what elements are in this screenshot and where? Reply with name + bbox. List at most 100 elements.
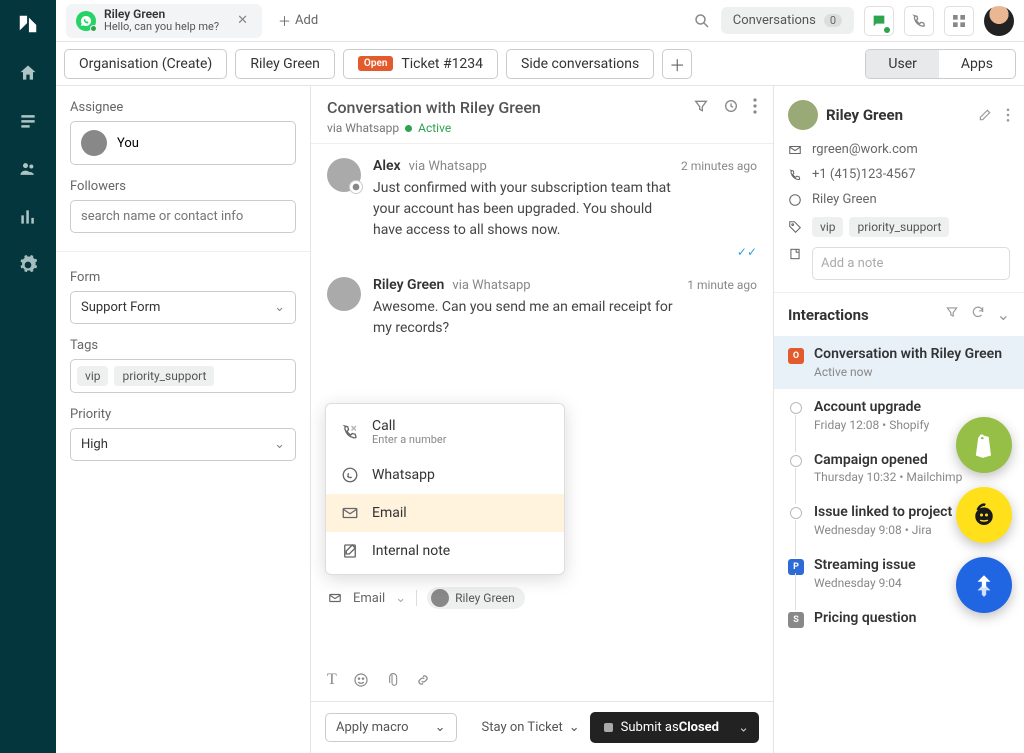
close-icon[interactable]: ✕ — [233, 13, 252, 28]
interaction-title: Conversation with Riley Green — [814, 346, 1002, 363]
user-email[interactable]: rgreen@work.com — [812, 142, 918, 157]
add-label: Add — [295, 13, 318, 28]
search-icon[interactable] — [693, 12, 711, 30]
more-icon[interactable] — [753, 98, 757, 114]
user-phone[interactable]: +1 (415)123-4567 — [812, 167, 916, 182]
interactions-title: Interactions — [788, 306, 869, 324]
workspace-tab[interactable]: Riley Green Hello, can you help me? ✕ — [66, 4, 262, 38]
shopify-app-icon[interactable] — [956, 417, 1012, 473]
tab-ticket[interactable]: Open Ticket #1234 — [343, 49, 498, 79]
attachment-icon[interactable] — [385, 672, 399, 688]
nav-reporting-icon[interactable] — [17, 206, 39, 228]
chevron-down-icon[interactable]: ⌄ — [395, 591, 406, 606]
link-icon[interactable] — [415, 672, 431, 688]
add-tab-button[interactable]: ＋ Add — [270, 7, 326, 34]
interaction-sub: Thursday 10:32 • Mailchimp — [814, 470, 962, 484]
user-avatar — [788, 100, 818, 130]
emoji-icon[interactable] — [353, 672, 369, 688]
interaction-title: Pricing question — [814, 610, 916, 627]
compose-channel[interactable]: Email — [353, 591, 385, 606]
open-badge: Open — [358, 56, 394, 71]
compose-meta: Email ⌄ Riley Green — [311, 581, 773, 615]
priority-label: Priority — [70, 407, 296, 422]
timeline-dot — [790, 507, 802, 519]
add-context-tab[interactable]: ＋ — [662, 49, 692, 79]
tags-label: Tags — [70, 338, 296, 353]
whatsapp-icon — [340, 466, 360, 484]
tags-field[interactable]: vip priority_support — [70, 359, 296, 393]
conversations-button[interactable]: Conversations 0 — [721, 7, 854, 34]
recipient-chip[interactable]: Riley Green — [427, 587, 525, 609]
channel-item-email[interactable]: Email — [326, 494, 564, 532]
nav-home-icon[interactable] — [17, 62, 39, 84]
nav-admin-icon[interactable] — [17, 254, 39, 276]
channel-call-label: Call — [372, 418, 396, 434]
more-icon[interactable] — [1006, 108, 1010, 122]
tab-apps[interactable]: Apps — [939, 50, 1015, 78]
edit-icon[interactable] — [978, 108, 992, 122]
form-select[interactable]: Support Form ⌄ — [70, 291, 296, 324]
apps-grid-button[interactable] — [944, 6, 974, 36]
channel-item-whatsapp[interactable]: Whatsapp — [326, 456, 564, 494]
status-dot — [405, 125, 412, 132]
tab-user[interactable]: User — [866, 50, 938, 78]
priority-select[interactable]: High ⌄ — [70, 428, 296, 461]
nav-views-icon[interactable] — [17, 110, 39, 132]
chevron-down-icon[interactable]: ⌄ — [997, 305, 1010, 324]
conversation-status: Active — [418, 121, 451, 135]
chevron-down-icon: ⌄ — [435, 720, 446, 735]
tab-organisation[interactable]: Organisation (Create) — [64, 49, 227, 79]
add-note-input[interactable]: Add a note — [812, 247, 1010, 280]
macro-label: Apply macro — [336, 720, 409, 735]
note-icon — [340, 542, 360, 560]
assignee-avatar — [81, 130, 107, 156]
tag-chip: priority_support — [114, 366, 214, 386]
refresh-icon[interactable] — [971, 305, 985, 324]
stay-on-ticket-button[interactable]: Stay on Ticket ⌄ — [482, 720, 580, 735]
message-via: via Whatsapp — [452, 278, 530, 293]
assignee-field[interactable]: You — [70, 121, 296, 165]
chevron-down-icon: ⌄ — [274, 300, 285, 315]
chevron-down-icon: ⌄ — [569, 720, 580, 735]
text-format-icon[interactable]: T — [327, 671, 337, 689]
filter-icon[interactable] — [945, 305, 959, 324]
nav-rail — [0, 0, 56, 753]
interaction-item[interactable]: O Conversation with Riley GreenActive no… — [774, 336, 1024, 389]
chat-status-button[interactable] — [864, 6, 894, 36]
whatsapp-icon — [788, 193, 802, 207]
jira-app-icon[interactable] — [956, 557, 1012, 613]
channel-menu: CallEnter a number Whatsapp Email Intern… — [325, 403, 565, 575]
avatar — [431, 589, 449, 607]
recipient-name: Riley Green — [455, 591, 515, 605]
interaction-sub: Wednesday 9:04 — [814, 576, 916, 590]
channel-item-call[interactable]: CallEnter a number — [326, 408, 564, 456]
followers-input[interactable] — [81, 209, 285, 224]
nav-customers-icon[interactable] — [17, 158, 39, 180]
history-icon[interactable] — [723, 98, 739, 114]
submit-button[interactable]: Submit as Closed ⌄ — [590, 712, 759, 743]
tag-chip: vip — [812, 217, 843, 237]
avatar — [327, 277, 361, 311]
apply-macro-button[interactable]: Apply macro ⌄ — [325, 713, 457, 742]
floating-apps — [956, 417, 1012, 613]
status-badge: S — [788, 612, 804, 628]
tab-requester[interactable]: Riley Green — [235, 49, 335, 79]
tag-chip: priority_support — [849, 217, 949, 237]
channel-item-note[interactable]: Internal note — [326, 532, 564, 570]
conversation-via: via Whatsapp — [327, 121, 399, 135]
filter-icon[interactable] — [693, 98, 709, 114]
stay-label: Stay on Ticket — [482, 720, 563, 735]
profile-avatar[interactable] — [984, 6, 1014, 36]
mailchimp-app-icon[interactable] — [956, 487, 1012, 543]
conversation-title: Conversation with Riley Green — [327, 98, 541, 117]
user-whatsapp[interactable]: Riley Green — [812, 192, 877, 207]
whatsapp-mini-icon — [349, 180, 363, 194]
message-author: Alex — [373, 158, 401, 174]
channel-note-label: Internal note — [372, 543, 450, 559]
context-tabs: Organisation (Create) Riley Green Open T… — [56, 42, 1024, 86]
assignee-label: Assignee — [70, 100, 296, 115]
form-value: Support Form — [81, 300, 160, 315]
tab-side-conversations[interactable]: Side conversations — [506, 49, 654, 79]
timeline-dot — [790, 402, 802, 414]
call-button[interactable] — [904, 6, 934, 36]
